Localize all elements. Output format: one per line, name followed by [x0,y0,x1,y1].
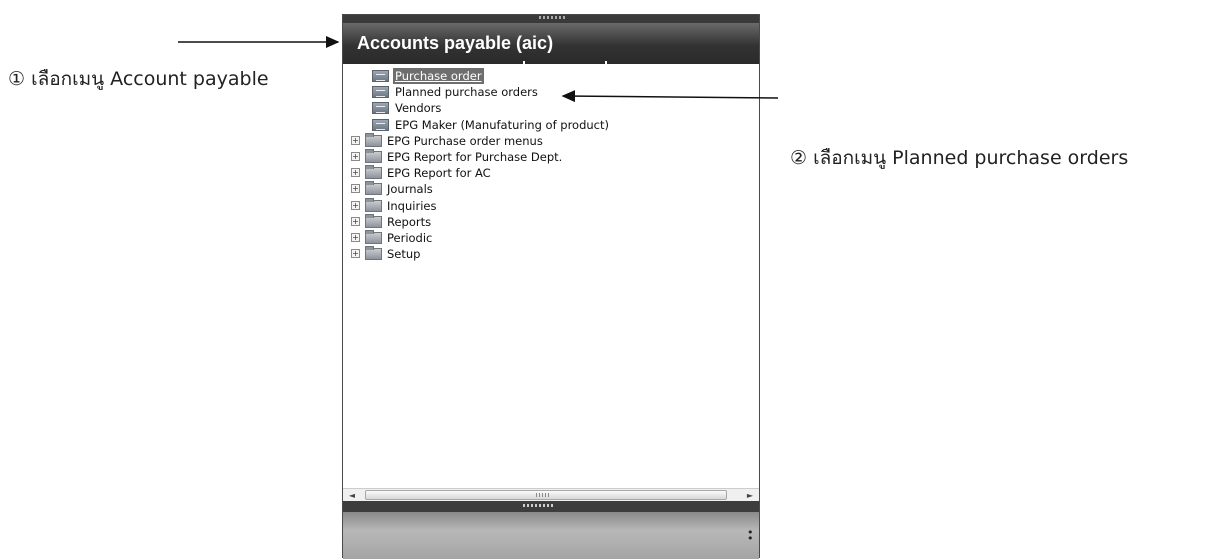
annotation-arrows [178,36,779,103]
arrow-to-planned-orders [561,90,779,103]
